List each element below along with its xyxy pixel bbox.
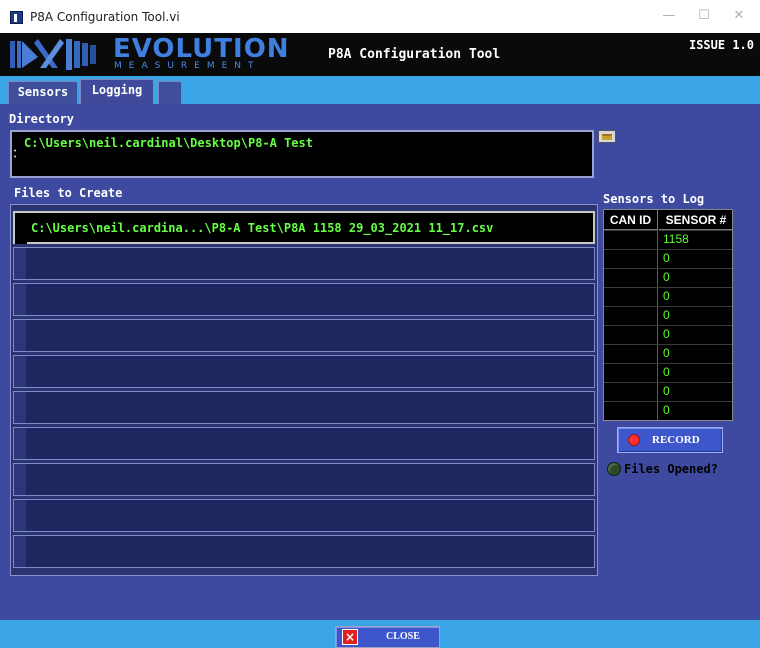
path-handle-icon: • • — [13, 147, 18, 161]
sensor-number-cell[interactable]: 0 — [663, 384, 670, 398]
header-band: EVOLUTION MEASUREMENT P8A Configuration … — [0, 33, 760, 76]
table-row[interactable]: 0 — [604, 363, 732, 382]
sensors-to-log-label: Sensors to Log — [603, 192, 705, 206]
sensor-number-cell[interactable]: 0 — [663, 289, 670, 303]
can-id-cell[interactable] — [604, 345, 658, 363]
sensor-number-cell[interactable]: 0 — [663, 365, 670, 379]
path-handle-icon — [14, 248, 26, 279]
sensor-number-cell[interactable]: 0 — [663, 346, 670, 360]
sensor-number-cell[interactable]: 0 — [663, 270, 670, 284]
window-close-button[interactable]: ✕ — [728, 6, 750, 26]
table-row[interactable]: 0 — [604, 306, 732, 325]
table-row[interactable]: 1158 — [604, 230, 732, 249]
record-led-icon — [628, 434, 640, 446]
can-id-cell[interactable] — [604, 383, 658, 401]
directory-path-value: C:\Users\neil.cardinal\Desktop\P8-A Test — [24, 136, 313, 150]
file-row[interactable] — [13, 499, 595, 532]
window-title: P8A Configuration Tool.vi — [30, 10, 180, 24]
can-id-cell[interactable] — [604, 231, 658, 249]
table-row[interactable]: 0 — [604, 287, 732, 306]
close-x-icon: × — [342, 629, 358, 645]
path-handle-icon — [14, 500, 26, 531]
table-row[interactable]: 0 — [604, 401, 732, 420]
can-id-cell[interactable] — [604, 307, 658, 325]
record-button[interactable]: RECORD — [617, 427, 723, 453]
maximize-button[interactable]: ☐ — [693, 6, 715, 26]
file-row[interactable] — [13, 283, 595, 316]
file-row[interactable] — [13, 463, 595, 496]
close-button-label: CLOSE — [386, 631, 420, 642]
logging-panel: Directory • • C:\Users\neil.cardinal\Desk… — [0, 104, 760, 620]
sensors-table: CAN ID SENSOR # 1158 0 0 0 0 0 0 0 0 0 — [603, 209, 733, 421]
sensor-number-header: SENSOR # — [659, 210, 733, 230]
table-row[interactable]: 0 — [604, 249, 732, 268]
path-handle-icon — [14, 536, 26, 567]
can-id-header: CAN ID — [604, 210, 658, 230]
path-handle-icon — [14, 392, 26, 423]
issue-label: ISSUE 1.0 — [688, 38, 754, 52]
table-row[interactable]: 0 — [604, 268, 732, 287]
file-path: C:\Users\neil.cardina...\P8-A Test\P8A 1… — [31, 221, 494, 235]
path-handle-icon — [14, 428, 26, 459]
can-id-cell[interactable] — [604, 288, 658, 306]
status-led-icon — [607, 462, 621, 476]
logo-wordmark: EVOLUTION — [113, 34, 290, 64]
browse-folder-button[interactable] — [598, 130, 616, 143]
file-row[interactable] — [13, 355, 595, 388]
minimize-button[interactable]: — — [658, 6, 680, 26]
sensor-number-cell[interactable]: 0 — [663, 403, 670, 417]
tab-strip: Sensors Logging — [0, 76, 760, 104]
file-row[interactable] — [13, 535, 595, 568]
tab-empty — [158, 81, 182, 104]
app-title: P8A Configuration Tool — [328, 47, 501, 62]
path-handle-icon — [14, 464, 26, 495]
table-row[interactable]: 0 — [604, 382, 732, 401]
can-id-cell[interactable] — [604, 364, 658, 382]
can-id-cell[interactable] — [604, 250, 658, 268]
file-row[interactable] — [13, 391, 595, 424]
directory-path-field[interactable]: • • C:\Users\neil.cardinal\Desktop\P8-A T… — [10, 130, 594, 178]
sensor-number-cell[interactable]: 0 — [663, 251, 670, 265]
can-id-cell[interactable] — [604, 326, 658, 344]
can-id-cell[interactable] — [604, 269, 658, 287]
app-icon — [10, 11, 23, 24]
footer-bar: × CLOSE — [0, 620, 760, 648]
tab-sensors[interactable]: Sensors — [8, 81, 78, 104]
files-to-create-list: C:\Users\neil.cardina...\P8-A Test\P8A 1… — [10, 204, 598, 576]
path-handle-icon — [14, 284, 26, 315]
logo-subtitle: MEASUREMENT — [114, 61, 261, 71]
record-button-label: RECORD — [652, 434, 700, 446]
sensor-number-cell[interactable]: 0 — [663, 308, 670, 322]
tab-logging[interactable]: Logging — [80, 79, 154, 104]
table-row[interactable]: 0 — [604, 325, 732, 344]
folder-icon — [602, 134, 612, 140]
file-row[interactable] — [13, 427, 595, 460]
can-id-cell[interactable] — [604, 402, 658, 420]
files-opened-label: Files Opened? — [624, 462, 718, 476]
path-handle-icon — [14, 320, 26, 351]
close-button[interactable]: × CLOSE — [335, 626, 440, 648]
logo-mark — [10, 39, 96, 70]
table-row[interactable]: 0 — [604, 344, 732, 363]
file-row[interactable] — [13, 247, 595, 280]
file-row[interactable] — [13, 319, 595, 352]
directory-label: Directory — [9, 112, 75, 126]
window-titlebar: P8A Configuration Tool.vi — ☐ ✕ — [0, 0, 760, 33]
sensor-number-cell[interactable]: 0 — [663, 327, 670, 341]
sensor-number-cell[interactable]: 1158 — [663, 232, 689, 246]
files-to-create-label: Files to Create — [14, 186, 123, 200]
path-handle-icon — [14, 356, 26, 387]
path-handle-icon — [15, 213, 27, 244]
file-row[interactable]: C:\Users\neil.cardina...\P8-A Test\P8A 1… — [13, 211, 595, 244]
company-logo: EVOLUTION MEASUREMENT — [8, 35, 289, 74]
